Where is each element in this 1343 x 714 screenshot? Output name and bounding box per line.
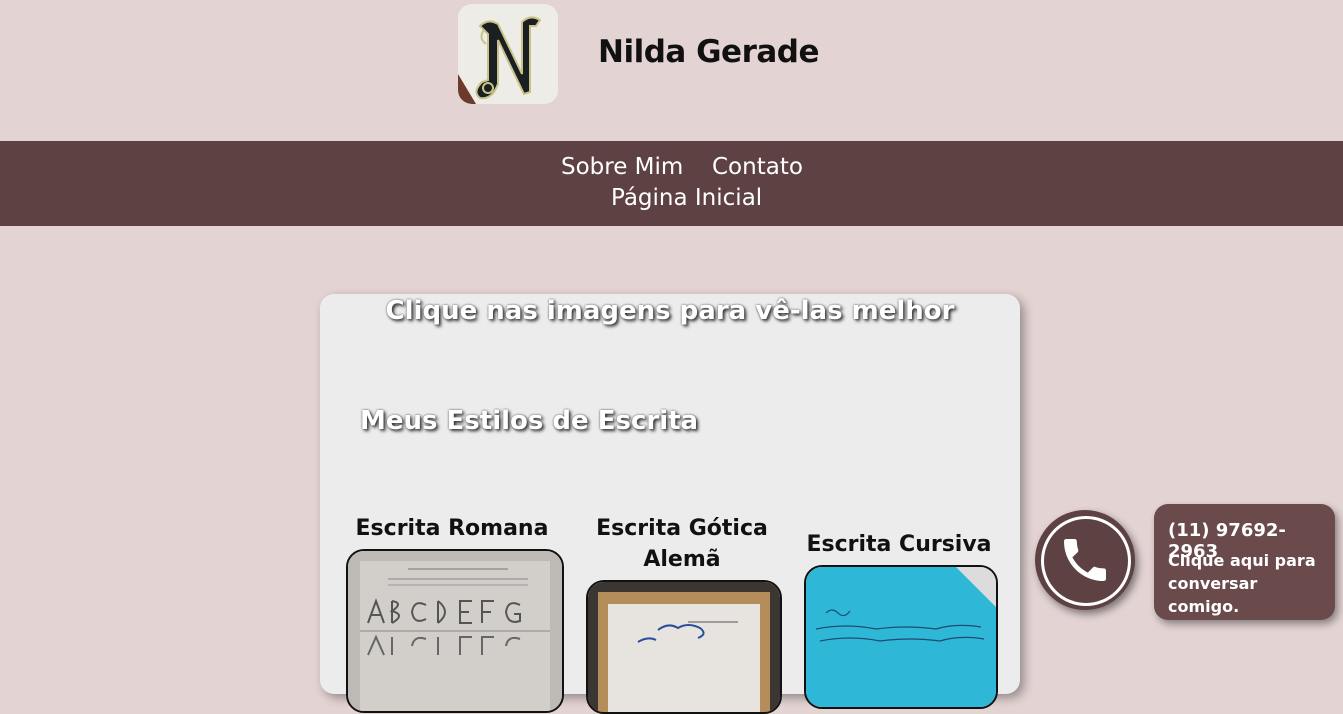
card-label-romana: Escrita Romana xyxy=(355,516,549,541)
site-title: Nilda Gerade xyxy=(598,34,820,70)
nav-link-pagina-inicial[interactable]: Página Inicial xyxy=(611,185,762,211)
card-image-gotica[interactable] xyxy=(586,580,782,714)
nav-link-sobre-mim[interactable]: Sobre Mim xyxy=(561,154,683,180)
contact-box[interactable]: (11) 97692-2963 Clique aqui para convers… xyxy=(1154,504,1335,620)
card-label-gotica: Escrita Gótica Alemã xyxy=(596,516,768,572)
card-image-cursiva[interactable] xyxy=(804,565,998,709)
gallery-panel: Clique nas imagens para vê-las melhor Me… xyxy=(320,294,1020,714)
gothic-lettering-image xyxy=(588,582,780,712)
card-label-cursiva: Escrita Cursiva xyxy=(806,532,992,557)
monogram-n-logo-icon xyxy=(458,4,558,104)
card-image-romana[interactable] xyxy=(346,549,564,713)
main-nav: Sobre Mim Contato Página Inicial xyxy=(0,141,1343,226)
phone-button[interactable] xyxy=(1035,510,1135,610)
contact-cta: Clique aqui para conversar comigo. xyxy=(1168,551,1316,616)
cursive-lettering-image xyxy=(806,567,996,707)
logo[interactable] xyxy=(458,4,558,104)
site-header: Nilda Gerade xyxy=(0,0,1343,141)
phone-icon xyxy=(1064,539,1106,581)
gallery-hint: Clique nas imagens para vê-las melhor xyxy=(385,296,955,326)
nav-link-contato[interactable]: Contato xyxy=(712,154,803,180)
section-title: Meus Estilos de Escrita xyxy=(360,406,699,436)
roman-lettering-image xyxy=(348,551,562,711)
